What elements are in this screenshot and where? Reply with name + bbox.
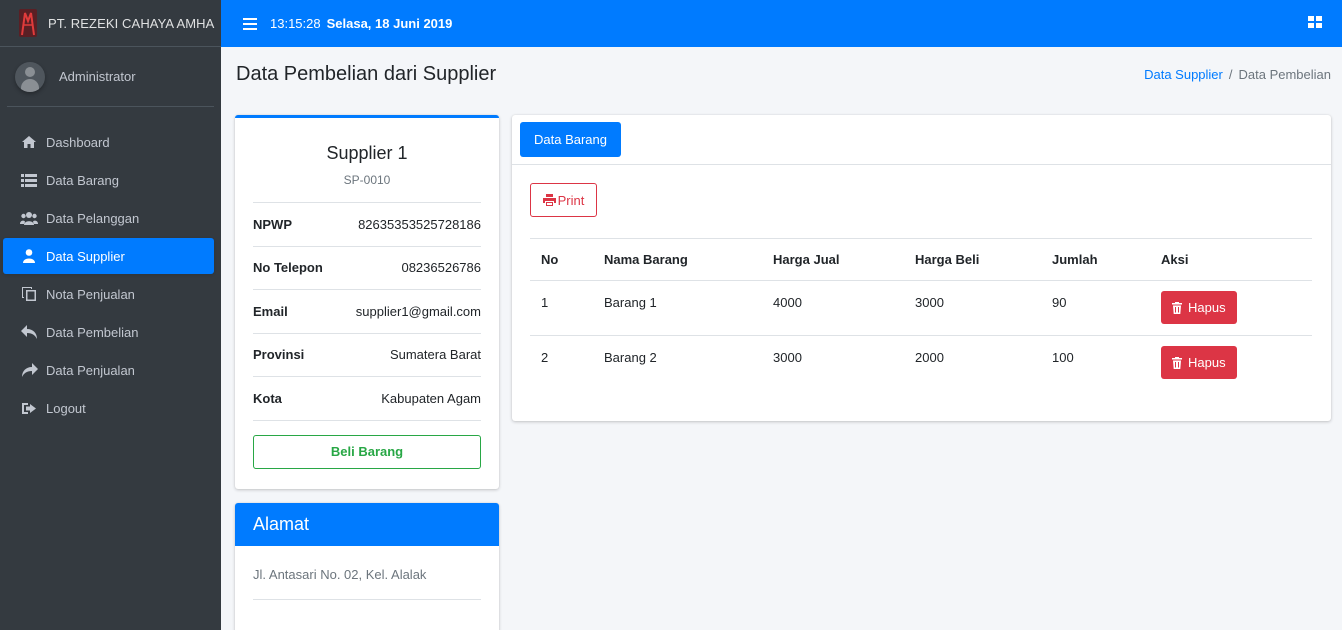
- sidebar-item-label: Dashboard: [46, 134, 110, 150]
- cell-harga-jual: 3000: [773, 350, 802, 365]
- sidebar-item-data-pembelian[interactable]: Data Pembelian: [3, 314, 214, 350]
- apps-grid-icon[interactable]: [1308, 16, 1322, 28]
- hapus-label: Hapus: [1188, 355, 1226, 370]
- column-header: No: [530, 238, 593, 281]
- beli-barang-button[interactable]: Beli Barang: [253, 434, 481, 469]
- cell-nama-barang: Barang 2: [604, 350, 657, 365]
- hapus-button[interactable]: Hapus: [1161, 291, 1237, 324]
- supplier-info-list: NPWP 82635353525728186 No Telepon 082365…: [253, 202, 481, 421]
- info-label: No Telepon: [253, 260, 323, 276]
- user-panel[interactable]: Administrator: [7, 47, 214, 107]
- info-value: Sumatera Barat: [389, 347, 481, 363]
- info-value: 82635353525728186: [358, 216, 481, 232]
- trash-icon: [1172, 356, 1182, 369]
- sidebar-item-label: Data Penjualan: [46, 362, 135, 378]
- info-row-kota: Kota Kabupaten Agam: [253, 377, 481, 421]
- reply-icon: [20, 324, 38, 340]
- sidebar-item-logout[interactable]: Logout: [3, 390, 214, 426]
- sidebar: PT. REZEKI CAHAYA AMHA Administrator Das…: [0, 0, 221, 630]
- info-row-provinsi: Provinsi Sumatera Barat: [253, 334, 481, 377]
- supplier-name: Supplier 1: [326, 143, 408, 163]
- sidebar-item-label: Nota Penjualan: [46, 286, 135, 302]
- info-value: supplier1@gmail.com: [355, 303, 481, 319]
- breadcrumb-separator: /: [1228, 67, 1233, 82]
- sign-out-icon: [20, 400, 38, 416]
- share-icon: [20, 362, 38, 378]
- print-icon: [542, 194, 556, 206]
- sidebar-item-label: Logout: [46, 400, 86, 416]
- sidebar-item-data-barang[interactable]: Data Barang: [3, 162, 214, 198]
- cell-harga-jual: 4000: [762, 280, 904, 336]
- breadcrumb-current: Data Pembelian: [1238, 67, 1332, 82]
- trash-icon: [1172, 301, 1182, 314]
- print-button[interactable]: Print: [530, 183, 597, 217]
- breadcrumb-link-data-supplier[interactable]: Data Supplier: [1144, 67, 1223, 82]
- cell-harga-beli: 2000: [915, 350, 944, 365]
- avatar: [15, 61, 45, 92]
- supplier-profile-card: Supplier 1 SP-0010 NPWP 8263535352572818…: [235, 115, 499, 489]
- info-label: Email: [253, 303, 288, 319]
- sidebar-item-data-pelanggan[interactable]: Data Pelanggan: [3, 200, 214, 236]
- cell-aksi: Hapus: [1150, 336, 1312, 391]
- brand-link[interactable]: PT. REZEKI CAHAYA AMHA: [0, 0, 221, 47]
- alamat-title: Alamat: [235, 503, 499, 546]
- brand-name: PT. REZEKI CAHAYA AMHA: [48, 15, 215, 31]
- brand-logo-icon: [17, 7, 39, 39]
- sidebar-item-label: Data Pelanggan: [46, 210, 140, 226]
- print-label: Print: [557, 192, 585, 208]
- info-row-email: Email supplier1@gmail.com: [253, 290, 481, 334]
- sidebar-item-nota-penjualan[interactable]: Nota Penjualan: [3, 276, 214, 312]
- user-icon: [20, 248, 38, 264]
- cell-nama-barang: Barang 1: [593, 280, 762, 336]
- hapus-label: Hapus: [1188, 300, 1226, 315]
- cell-harga-beli: 3000: [904, 280, 1041, 336]
- data-barang-card: Data Barang Print No Nama Barang Harga J…: [512, 115, 1331, 421]
- cell-no: 2: [541, 350, 549, 365]
- info-value: Kabupaten Agam: [381, 390, 481, 406]
- alamat-card: Alamat Jl. Antasari No. 02, Kel. Alalak: [235, 503, 499, 630]
- info-row-telepon: No Telepon 08236526786: [253, 247, 481, 290]
- clock-time: 13:15:28: [270, 16, 321, 31]
- page-title: Data Pembelian dari Supplier: [236, 63, 497, 85]
- column-header: Harga Beli: [904, 238, 1041, 281]
- cell-jumlah: 90: [1041, 280, 1150, 336]
- supplier-code: SP-0010: [343, 173, 391, 187]
- table-header-row: No Nama Barang Harga Jual Harga Beli Jum…: [530, 238, 1312, 281]
- user-name: Administrator: [59, 69, 136, 84]
- current-date: Selasa, 18 Juni 2019: [326, 16, 453, 31]
- info-row-npwp: NPWP 82635353525728186: [253, 203, 481, 247]
- info-label: Kota: [253, 390, 282, 406]
- users-icon: [20, 210, 38, 226]
- sidebar-item-label: Data Supplier: [46, 248, 125, 264]
- menu-toggle-icon[interactable]: [243, 17, 257, 30]
- alamat-text: Jl. Antasari No. 02, Kel. Alalak: [253, 567, 481, 600]
- column-header: Harga Jual: [762, 238, 904, 281]
- tab-data-barang[interactable]: Data Barang: [520, 122, 621, 157]
- sidebar-item-data-supplier[interactable]: Data Supplier: [3, 238, 214, 274]
- cell-aksi: Hapus: [1150, 280, 1312, 336]
- list-icon: [20, 172, 38, 188]
- table-row: 2 Barang 2 3000 2000 100 Hapus: [530, 336, 1312, 391]
- column-header: Aksi: [1150, 238, 1312, 281]
- table-row: 1 Barang 1 4000 3000 90 Hapus: [530, 280, 1312, 336]
- info-value: 08236526786: [401, 260, 481, 276]
- cell-no: 1: [530, 280, 593, 336]
- hapus-button[interactable]: Hapus: [1161, 346, 1237, 379]
- sidebar-nav: Dashboard Data Barang Data Pelanggan Dat…: [0, 107, 221, 426]
- breadcrumb: Data Supplier / Data Pembelian: [1144, 67, 1331, 82]
- sidebar-item-dashboard[interactable]: Dashboard: [3, 124, 214, 160]
- info-label: Provinsi: [253, 347, 305, 363]
- sidebar-item-data-penjualan[interactable]: Data Penjualan: [3, 352, 214, 388]
- tab-bar: Data Barang: [512, 115, 1331, 165]
- column-header: Nama Barang: [593, 238, 762, 281]
- sidebar-item-label: Data Pembelian: [46, 324, 139, 340]
- cell-jumlah: 100: [1052, 350, 1074, 365]
- top-navbar: 13:15:28 Selasa, 18 Juni 2019: [221, 0, 1342, 47]
- barang-table: No Nama Barang Harga Jual Harga Beli Jum…: [530, 238, 1312, 391]
- sidebar-item-label: Data Barang: [46, 172, 119, 188]
- copy-icon: [20, 286, 38, 302]
- home-icon: [20, 134, 38, 150]
- info-label: NPWP: [253, 216, 292, 232]
- column-header: Jumlah: [1041, 238, 1150, 281]
